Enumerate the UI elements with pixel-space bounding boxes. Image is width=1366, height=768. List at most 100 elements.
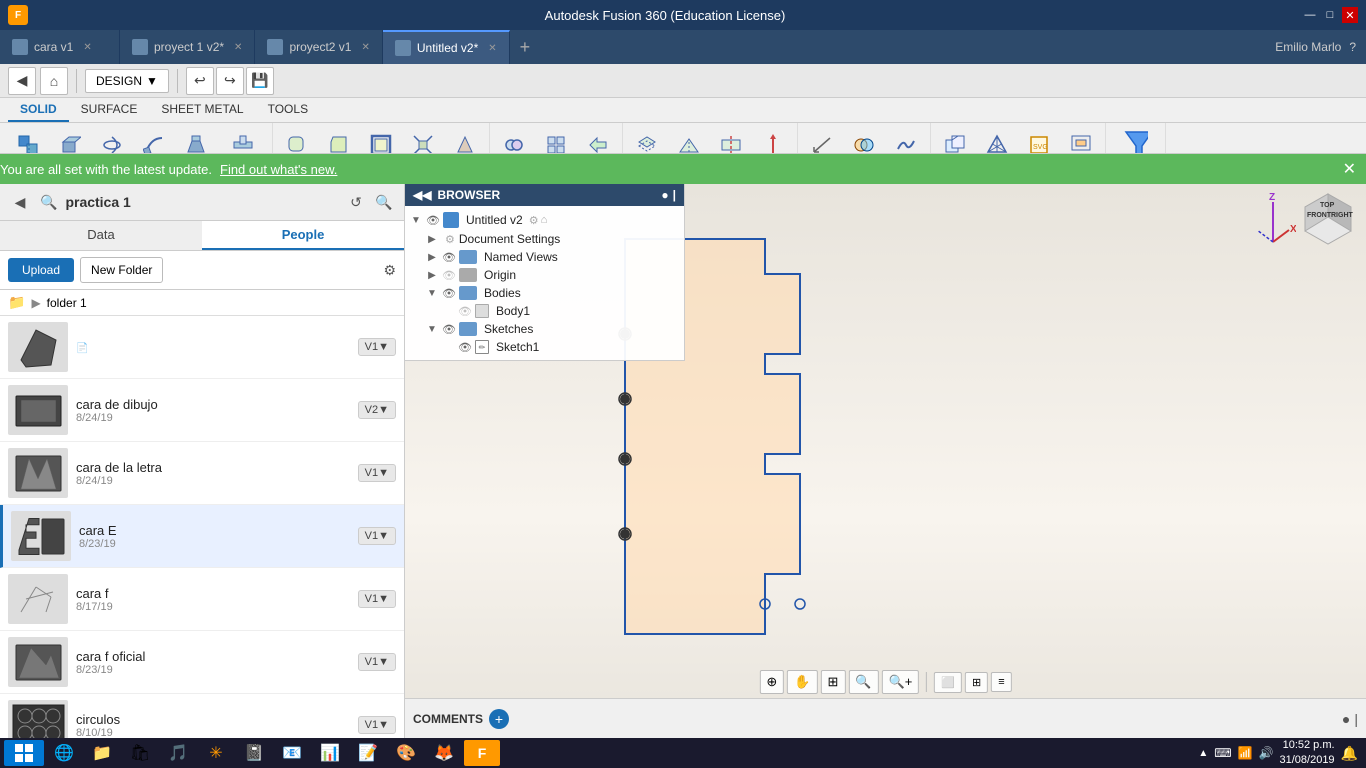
orbit-button[interactable]: ⊕ [759, 670, 784, 694]
taskbar-app-pinwheel[interactable]: ✳ [198, 740, 234, 766]
design-button[interactable]: DESIGN ▼ [85, 69, 169, 93]
zoom-window-button[interactable]: 🔍+ [882, 670, 920, 694]
tab-surface[interactable]: SURFACE [69, 98, 150, 122]
tree-item-bodies[interactable]: ▼ 👁 Bodies [405, 284, 684, 302]
close-button[interactable]: ✕ [1342, 7, 1358, 23]
list-item[interactable]: cara E 8/23/19 V1▼ [0, 505, 404, 568]
taskbar-clock[interactable]: 10:52 p.m. 31/08/2019 [1280, 738, 1335, 768]
version-badge[interactable]: V2▼ [358, 401, 396, 419]
insert-derive-button[interactable] [935, 125, 975, 153]
notification-icon[interactable]: 🔔 [1341, 745, 1358, 762]
list-item[interactable]: cara de la letra 8/24/19 V1▼ [0, 442, 404, 505]
rigid-group-button[interactable] [536, 125, 576, 153]
chamfer-button[interactable] [319, 125, 359, 153]
visibility-eye-icon[interactable]: 👁 [457, 305, 473, 318]
visibility-eye-icon[interactable]: 👁 [425, 214, 441, 227]
offset-plane-button[interactable] [627, 125, 667, 153]
visibility-eye-icon[interactable]: 👁 [441, 251, 457, 264]
decal-button[interactable] [1061, 125, 1101, 153]
tab-data[interactable]: Data [0, 221, 202, 250]
tab-sheet-metal[interactable]: SHEET METAL [149, 98, 255, 122]
tab-close-icon[interactable]: ✕ [361, 42, 369, 53]
tree-item-named-views[interactable]: ▶ 👁 Named Views [405, 248, 684, 266]
taskbar-system-icons[interactable]: ▲ [1198, 748, 1208, 759]
version-badge[interactable]: V1▼ [358, 653, 396, 671]
new-component-button[interactable] [8, 125, 48, 153]
tab-proyect2-v1[interactable]: proyect2 v1 ✕ [255, 30, 382, 64]
start-button[interactable] [4, 740, 44, 766]
tab-solid[interactable]: SOLID [8, 98, 69, 122]
search-button[interactable]: 🔍 [372, 190, 396, 214]
taskbar-app-word[interactable]: 📝 [350, 740, 386, 766]
update-link[interactable]: Find out what's new. [220, 162, 337, 177]
tree-item-body1[interactable]: ▶ 👁 Body1 [405, 302, 684, 320]
taskbar-app-firefox[interactable]: 🦊 [426, 740, 462, 766]
taskbar-app-fusion[interactable]: F [464, 740, 500, 766]
zoom-button[interactable]: 🔍 [848, 670, 878, 694]
midplane-button[interactable] [711, 125, 751, 153]
add-comment-button[interactable]: + [489, 709, 509, 729]
taskbar-app-groove[interactable]: 🎵 [160, 740, 196, 766]
folder-nav-label[interactable]: folder 1 [47, 296, 87, 310]
grid-button[interactable]: ⊞ [965, 672, 988, 693]
expand-arrow-icon[interactable]: ▶ [425, 270, 439, 281]
more-create-button[interactable] [218, 125, 268, 153]
taskbar-app-onenote[interactable]: 📓 [236, 740, 272, 766]
tab-close-icon[interactable]: ✕ [234, 42, 242, 53]
tab-add-button[interactable]: + [510, 30, 541, 64]
version-badge[interactable]: V1▼ [358, 590, 396, 608]
measure-button[interactable] [802, 125, 842, 153]
tree-item-origin[interactable]: ▶ 👁 Origin [405, 266, 684, 284]
undo-button[interactable]: ↩ [186, 67, 214, 95]
version-badge[interactable]: V1▼ [358, 716, 396, 734]
expand-arrow-icon[interactable]: ▶ [425, 252, 439, 263]
revolve-button[interactable] [92, 125, 132, 153]
collapse-arrow-icon[interactable]: ▼ [425, 324, 439, 335]
taskbar-app-store[interactable]: 🛍 [122, 740, 158, 766]
list-item[interactable]: cara f 8/17/19 V1▼ [0, 568, 404, 631]
select-filter-button[interactable] [1111, 125, 1161, 153]
sweep-button[interactable] [134, 125, 174, 153]
tab-cara-v1[interactable]: cara v1 ✕ [0, 30, 120, 64]
cube-navigator[interactable]: FRONT RIGHT TOP [1296, 189, 1361, 267]
list-item[interactable]: cara f oficial 8/23/19 V1▼ [0, 631, 404, 694]
insert-mesh-button[interactable] [977, 125, 1017, 153]
visibility-eye-icon[interactable]: 👁 [457, 341, 473, 354]
document-settings-icon[interactable]: ⚙ [529, 214, 539, 227]
curvature-button[interactable] [886, 125, 926, 153]
comments-pin-icon[interactable]: | [1354, 711, 1358, 727]
tree-item-doc-settings[interactable]: ▶ ⚙ Document Settings [405, 230, 684, 248]
expand-arrow-icon[interactable]: ▶ [425, 234, 439, 245]
save-button[interactable]: 💾 [246, 67, 274, 95]
tab-tools[interactable]: TOOLS [256, 98, 320, 122]
nav-home-button[interactable]: ⌂ [40, 67, 68, 95]
version-badge[interactable]: V1▼ [358, 527, 396, 545]
pan-button[interactable]: ✋ [787, 670, 817, 694]
settings-icon[interactable]: ⚙ [383, 262, 396, 279]
document-home-icon[interactable]: ⌂ [541, 214, 548, 226]
tab-untitled-v2[interactable]: Untitled v2* ✕ [383, 30, 510, 64]
comments-collapse-icon[interactable]: ● [1342, 711, 1350, 727]
tree-item-sketch1[interactable]: ▶ 👁 ✏ Sketch1 [405, 338, 684, 356]
shell-button[interactable] [361, 125, 401, 153]
help-icon[interactable]: ? [1349, 40, 1356, 54]
taskbar-app-powerpoint[interactable]: 📊 [312, 740, 348, 766]
update-close-button[interactable]: ✕ [1343, 159, 1356, 179]
tree-root[interactable]: ▼ 👁 Untitled v2 ⚙ ⌂ [405, 210, 684, 230]
taskbar-app-paint[interactable]: 🎨 [388, 740, 424, 766]
visibility-eye-icon[interactable]: 👁 [441, 323, 457, 336]
plane-angle-button[interactable] [669, 125, 709, 153]
browser-collapse-icon[interactable]: ◀◀ [413, 188, 431, 202]
browser-pin-icon[interactable]: | [673, 188, 676, 202]
refresh-button[interactable]: ↺ [344, 190, 368, 214]
interference-button[interactable] [844, 125, 884, 153]
upload-button[interactable]: Upload [8, 258, 74, 282]
tab-proyect1-v2[interactable]: proyect 1 v2* ✕ [120, 30, 255, 64]
extrude-button[interactable] [50, 125, 90, 153]
tab-close-icon[interactable]: ✕ [488, 43, 496, 54]
tab-people[interactable]: People [202, 221, 404, 250]
tree-item-sketches[interactable]: ▼ 👁 Sketches [405, 320, 684, 338]
insert-svg-button[interactable]: SVG [1019, 125, 1059, 153]
visibility-eye-icon[interactable]: 👁 [441, 269, 457, 282]
motion-button[interactable] [578, 125, 618, 153]
